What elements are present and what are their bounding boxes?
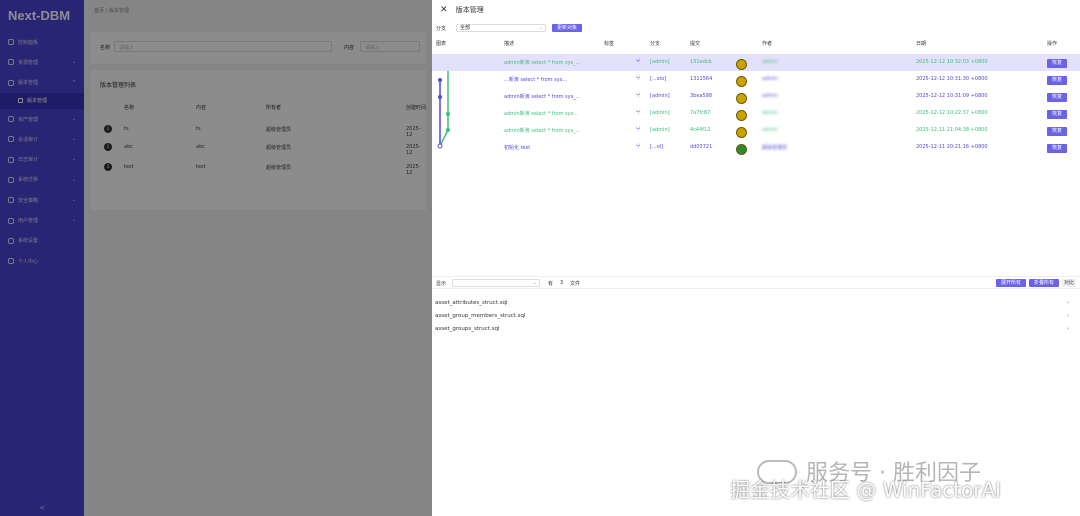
version-drawer: ✕ 版本管理 分支 全部 ⌄ 更新对象 图表 描述 标签 分支 提交 作者 日期 …: [432, 0, 1080, 516]
col-author: 作者: [762, 41, 773, 47]
author-avatar: [736, 110, 747, 121]
commit-desc: ...新演 select * from sys...: [504, 77, 568, 83]
commit-date: 2025-12-12 10:32:03 +0800: [916, 59, 988, 65]
restore-button[interactable]: 恢复: [1047, 76, 1067, 85]
commit-desc: admin新演 select * from sys_...: [504, 128, 581, 134]
collapse-all-button[interactable]: 折叠所有: [1029, 279, 1059, 287]
branch-icon: ⑂: [636, 74, 641, 82]
close-icon[interactable]: ✕: [440, 5, 448, 15]
modal-overlay[interactable]: [0, 0, 432, 516]
file-count: 3: [560, 280, 564, 286]
chevron-right-icon: ›: [1066, 300, 1069, 306]
commit-hash[interactable]: 4c44f12: [690, 127, 710, 133]
count-prefix: 有: [548, 281, 554, 287]
col-desc: 描述: [504, 41, 515, 47]
file-item[interactable]: asset_groups_struct.sql ›: [435, 326, 1075, 332]
chevron-down-icon: ⌄: [532, 280, 537, 286]
commit-author: admin: [762, 127, 778, 133]
drawer-header: ✕ 版本管理: [440, 5, 484, 15]
commit-desc: 初始化 test: [504, 145, 531, 151]
commit-branch: [...sto]: [650, 76, 667, 82]
commit-author: admin: [762, 93, 778, 99]
commit-author: admin: [762, 76, 778, 82]
col-graph: 图表: [436, 41, 447, 47]
refresh-button[interactable]: 更新对象: [552, 24, 582, 32]
commit-hash[interactable]: 7a7fc87: [690, 110, 710, 116]
commit-branch: [admin]: [650, 59, 670, 65]
chevron-down-icon: ⌄: [538, 25, 543, 31]
file-item[interactable]: asset_group_members_struct.sql ›: [435, 313, 1075, 319]
author-avatar: [736, 144, 747, 155]
commit-row[interactable]: 初始化 test ⑂ [...ol] dd03721 超级管理员 2025-12-11 2…: [432, 139, 1080, 156]
display-label: 显示: [436, 281, 447, 287]
col-branch: 分支: [650, 41, 661, 47]
commit-desc: admin新演 select * from sys...: [504, 111, 578, 117]
display-select[interactable]: ⌄: [452, 279, 540, 287]
author-avatar: [736, 59, 747, 70]
branch-icon: ⑂: [636, 91, 641, 99]
file-item[interactable]: asset_attributes_struct.sql ›: [435, 300, 1075, 306]
commit-branch: [admin]: [650, 93, 670, 99]
chevron-right-icon: ›: [1066, 326, 1069, 332]
commit-date: 2025-12-12 10:22:37 +0800: [916, 110, 988, 116]
author-avatar: [736, 93, 747, 104]
count-suffix: 文件: [570, 281, 581, 287]
commit-hash[interactable]: 3bea598: [690, 93, 712, 99]
branch-icon: ⑂: [636, 57, 641, 65]
commit-date: 2025-12-12 10:31:09 +0800: [916, 93, 988, 99]
commit-date: 2025-12-12 10:31:30 +0800: [916, 76, 988, 82]
col-commit: 提交: [690, 41, 701, 47]
commit-author: admin: [762, 110, 778, 116]
author-avatar: [736, 127, 747, 138]
commit-hash[interactable]: 1311564: [690, 76, 712, 82]
commit-row[interactable]: admin新演 select * from sys_... ⑂ [admin] 3be…: [432, 88, 1080, 105]
compare-button[interactable]: 对比: [1062, 279, 1076, 287]
col-date: 日期: [916, 41, 927, 47]
commit-desc: admin新演 select * from sys_...: [504, 94, 581, 100]
watermark-community: 掘金技术社区 @ WinFactorAI: [730, 478, 1002, 502]
chevron-right-icon: ›: [1066, 313, 1069, 319]
col-tag: 标签: [604, 41, 615, 47]
commit-branch: [admin]: [650, 110, 670, 116]
commit-branch: [...ol]: [650, 144, 664, 150]
restore-button[interactable]: 恢复: [1047, 144, 1067, 153]
commit-author: 超级管理员: [762, 145, 788, 151]
commit-row[interactable]: admin新演 select * from sys_... ⑂ [admin] 4c4…: [432, 122, 1080, 139]
commit-branch: [admin]: [650, 127, 670, 133]
commit-row[interactable]: admin新演 select * from sys... ⑂ [admin] 7a7f…: [432, 105, 1080, 122]
commit-row[interactable]: ...新演 select * from sys... ⑂ [...sto] 13115…: [432, 71, 1080, 88]
branch-label: 分支: [436, 26, 447, 32]
commit-hash[interactable]: dd03721: [690, 144, 712, 150]
restore-button[interactable]: 恢复: [1047, 127, 1067, 136]
commit-row[interactable]: admin新演 select * from sys_... ⑂ [admin] 131…: [432, 54, 1080, 71]
branch-icon: ⑂: [636, 125, 641, 133]
commit-hash[interactable]: 131edcb: [690, 59, 712, 65]
restore-button[interactable]: 恢复: [1047, 93, 1067, 102]
author-avatar: [736, 76, 747, 87]
drawer-title: 版本管理: [455, 6, 484, 14]
commit-author: admin: [762, 59, 778, 65]
restore-button[interactable]: 恢复: [1047, 59, 1067, 68]
diff-toolbar: 显示 ⌄ 有 3 文件 展开所有 折叠所有 对比: [432, 276, 1080, 289]
col-action: 操作: [1047, 41, 1058, 47]
expand-all-button[interactable]: 展开所有: [996, 279, 1026, 287]
commit-date: 2025-12-11 20:21:16 +0800: [916, 144, 988, 150]
branch-icon: ⑂: [636, 108, 641, 116]
branch-icon: ⑂: [636, 142, 641, 150]
branch-select[interactable]: 全部 ⌄: [456, 24, 546, 32]
restore-button[interactable]: 恢复: [1047, 110, 1067, 119]
commit-date: 2025-12-11 21:04:38 +0800: [916, 127, 988, 133]
commit-desc: admin新演 select * from sys_...: [504, 60, 581, 66]
